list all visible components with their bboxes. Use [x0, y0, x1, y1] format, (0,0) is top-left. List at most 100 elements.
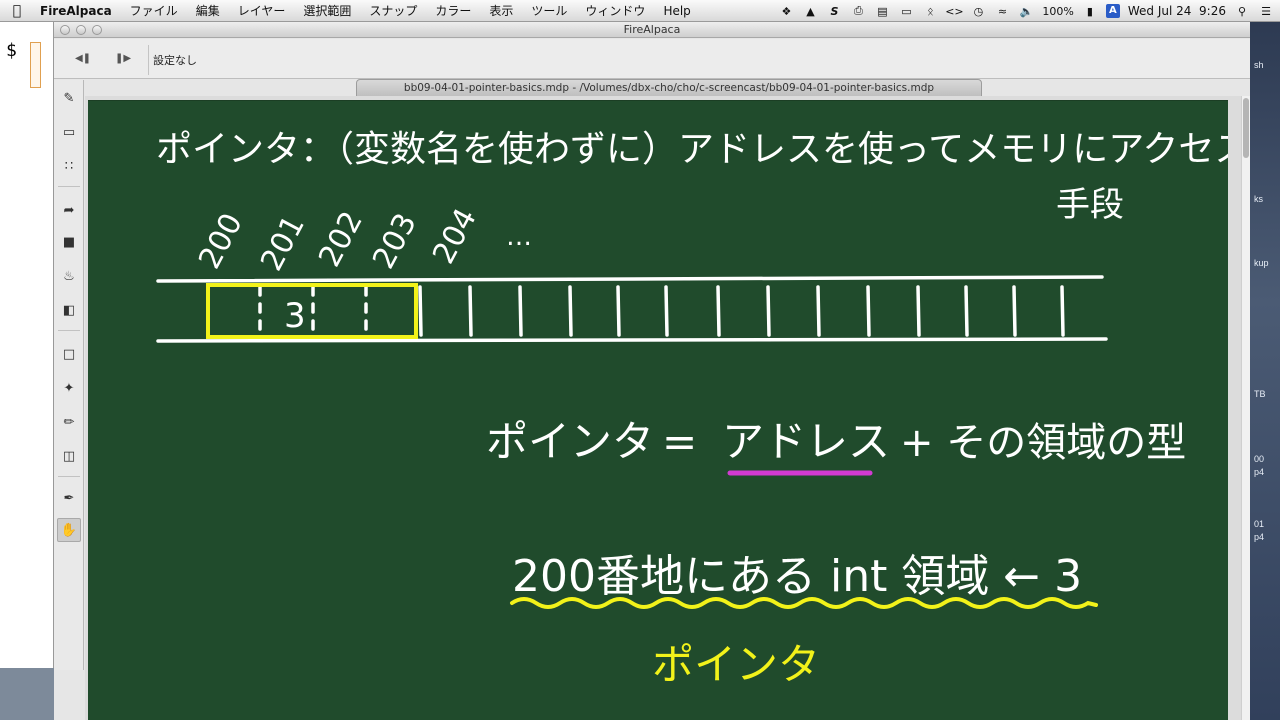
desktop-file-label[interactable]: 01: [1254, 519, 1264, 529]
menu-layer[interactable]: レイヤー: [229, 2, 295, 19]
firealpaca-window: FireAlpaca ◀❚ ❚▶ 設定なし ✎ ▭ ∷ ➦ ■ ♨ ◧ □ ✦ …: [54, 22, 1250, 720]
close-window-button[interactable]: [60, 25, 70, 35]
menu-view[interactable]: 表示: [480, 2, 522, 19]
address-label-200: 200: [192, 208, 250, 275]
vertical-scrollbar[interactable]: [1241, 96, 1250, 720]
hat-icon[interactable]: ▲: [802, 5, 818, 18]
desktop-file-label[interactable]: TB: [1254, 389, 1266, 399]
wifi-icon[interactable]: ≈: [994, 5, 1010, 18]
menu-color[interactable]: カラー: [426, 2, 480, 19]
window-controls: [60, 25, 102, 35]
zoom-window-button[interactable]: [92, 25, 102, 35]
desktop-file-label[interactable]: 00: [1254, 454, 1264, 464]
address-label-201: 201: [254, 210, 312, 277]
eraser-tool-icon[interactable]: ▭: [57, 120, 81, 144]
menu-bar:  FireAlpaca ファイル 編集 レイヤー 選択範囲 スナップ カラー …: [0, 0, 1280, 22]
desktop-file-label[interactable]: kup: [1254, 258, 1269, 268]
toolbar-divider: [148, 45, 149, 75]
clipboard-icon[interactable]: ▤: [874, 5, 890, 18]
equation-pointer: ポインタ: [486, 417, 654, 466]
toolbar: ◀❚ ❚▶ 設定なし: [54, 39, 1250, 79]
memory-cell-divider: [916, 285, 921, 337]
menu-snap[interactable]: スナップ: [360, 2, 426, 19]
select-tool-icon[interactable]: □: [57, 342, 81, 366]
menu-tools[interactable]: ツール: [522, 2, 576, 19]
terminal-cursor: [30, 42, 41, 88]
minimize-window-button[interactable]: [76, 25, 86, 35]
fill-shape-tool-icon[interactable]: ■: [57, 230, 81, 254]
printer-icon[interactable]: ⎙: [850, 4, 866, 18]
battery-icon[interactable]: ▮: [1082, 5, 1098, 18]
terminal-window[interactable]: $: [0, 22, 54, 668]
example-pointer-label: ポインタ: [652, 640, 820, 689]
menu-window[interactable]: ウィンドウ: [576, 2, 654, 19]
desktop-file-label[interactable]: p4: [1254, 532, 1264, 542]
address-label-203: 203: [366, 208, 424, 275]
memory-cell-value: 3: [284, 296, 306, 336]
tool-setting-label[interactable]: 設定なし: [153, 52, 197, 68]
spotlight-search-icon[interactable]: ⚲: [1234, 5, 1250, 18]
select-eraser-tool-icon[interactable]: ◫: [57, 444, 81, 468]
apple-menu-icon[interactable]: : [0, 3, 34, 19]
hand-tool-icon[interactable]: ✋: [57, 518, 81, 542]
code-icon[interactable]: <>: [945, 5, 963, 18]
s-app-icon[interactable]: S: [826, 5, 842, 18]
desktop-file-label[interactable]: p4: [1254, 467, 1264, 477]
move-tool-icon[interactable]: ➦: [57, 198, 81, 222]
menu-file[interactable]: ファイル: [121, 2, 187, 19]
menu-edit[interactable]: 編集: [187, 2, 229, 19]
desktop-file-label[interactable]: ks: [1254, 194, 1263, 204]
scrollbar-thumb[interactable]: [1243, 98, 1249, 158]
volume-icon[interactable]: 🔈: [1018, 5, 1034, 18]
bluetooth-icon[interactable]: ᛟ: [922, 5, 938, 18]
tool-panel: ✎ ▭ ∷ ➦ ■ ♨ ◧ □ ✦ ✏ ◫ ✒ ✋: [54, 80, 84, 670]
terminal-prompt: $: [6, 40, 17, 61]
tool-divider: [58, 186, 80, 187]
pen-tool-icon[interactable]: ✎: [57, 86, 81, 110]
heading-text: ポインタ：（変数名を使わずに）アドレスを使ってメモリにアクセスする: [156, 129, 1228, 170]
memory-cell-divider: [1012, 285, 1017, 337]
equation-rest: + その領域の型: [900, 420, 1186, 466]
battery-percent: 100%: [1042, 4, 1074, 18]
address-label-202: 202: [312, 206, 370, 273]
dot-tool-icon[interactable]: ∷: [57, 154, 81, 178]
tool-divider: [58, 330, 80, 331]
example-sentence: 200番地にある int 領域 ← 3: [512, 551, 1082, 602]
window-titlebar[interactable]: FireAlpaca: [54, 22, 1250, 38]
canvas-area[interactable]: ポインタ：（変数名を使わずに）アドレスを使ってメモリにアクセスする 手段 200…: [85, 96, 1241, 720]
memory-cell-divider: [568, 285, 573, 337]
memory-cell-divider: [766, 285, 771, 337]
equation-address: アドレス: [722, 417, 890, 466]
desktop-background: sh ks kup TB 00 p4 01 p4: [1250, 22, 1280, 720]
time-machine-icon[interactable]: ◷: [970, 5, 986, 18]
bucket-tool-icon[interactable]: ♨: [57, 264, 81, 288]
desktop-file-label[interactable]: sh: [1254, 60, 1264, 70]
memory-cell-divider: [816, 285, 821, 337]
memory-cell-divider: [1060, 285, 1065, 337]
menu-app-name[interactable]: FireAlpaca: [34, 4, 121, 18]
memory-cell-divider: [664, 285, 669, 337]
notification-list-icon[interactable]: ☰: [1258, 5, 1274, 18]
input-method-icon[interactable]: A: [1105, 4, 1120, 18]
chalkboard-canvas[interactable]: ポインタ：（変数名を使わずに）アドレスを使ってメモリにアクセスする 手段 200…: [88, 100, 1228, 720]
menu-selection[interactable]: 選択範囲: [294, 2, 360, 19]
select-pen-tool-icon[interactable]: ✏: [57, 410, 81, 434]
menu-help[interactable]: Help: [654, 4, 699, 18]
menubar-clock[interactable]: Wed Jul 24 9:26: [1128, 4, 1226, 18]
redo-arrow-icon[interactable]: ❚▶: [114, 50, 132, 68]
memory-cell-divider: [964, 285, 969, 337]
airplay-icon[interactable]: ▭: [898, 5, 914, 18]
address-label-204: 204: [426, 203, 484, 270]
gradient-tool-icon[interactable]: ◧: [57, 298, 81, 322]
window-title: FireAlpaca: [623, 23, 681, 36]
memory-cell-divider: [468, 285, 473, 337]
memory-cell-divider: [716, 285, 721, 337]
memory-cell-divider: [616, 285, 621, 337]
memory-top-line: [156, 275, 1104, 283]
undo-arrow-icon[interactable]: ◀❚: [74, 50, 92, 68]
dropbox-icon[interactable]: ❖: [778, 5, 794, 18]
magic-wand-tool-icon[interactable]: ✦: [57, 376, 81, 400]
memory-cell-divider: [518, 285, 523, 337]
document-tab[interactable]: bb09-04-01-pointer-basics.mdp - /Volumes…: [356, 79, 982, 97]
eyedropper-tool-icon[interactable]: ✒: [57, 486, 81, 510]
